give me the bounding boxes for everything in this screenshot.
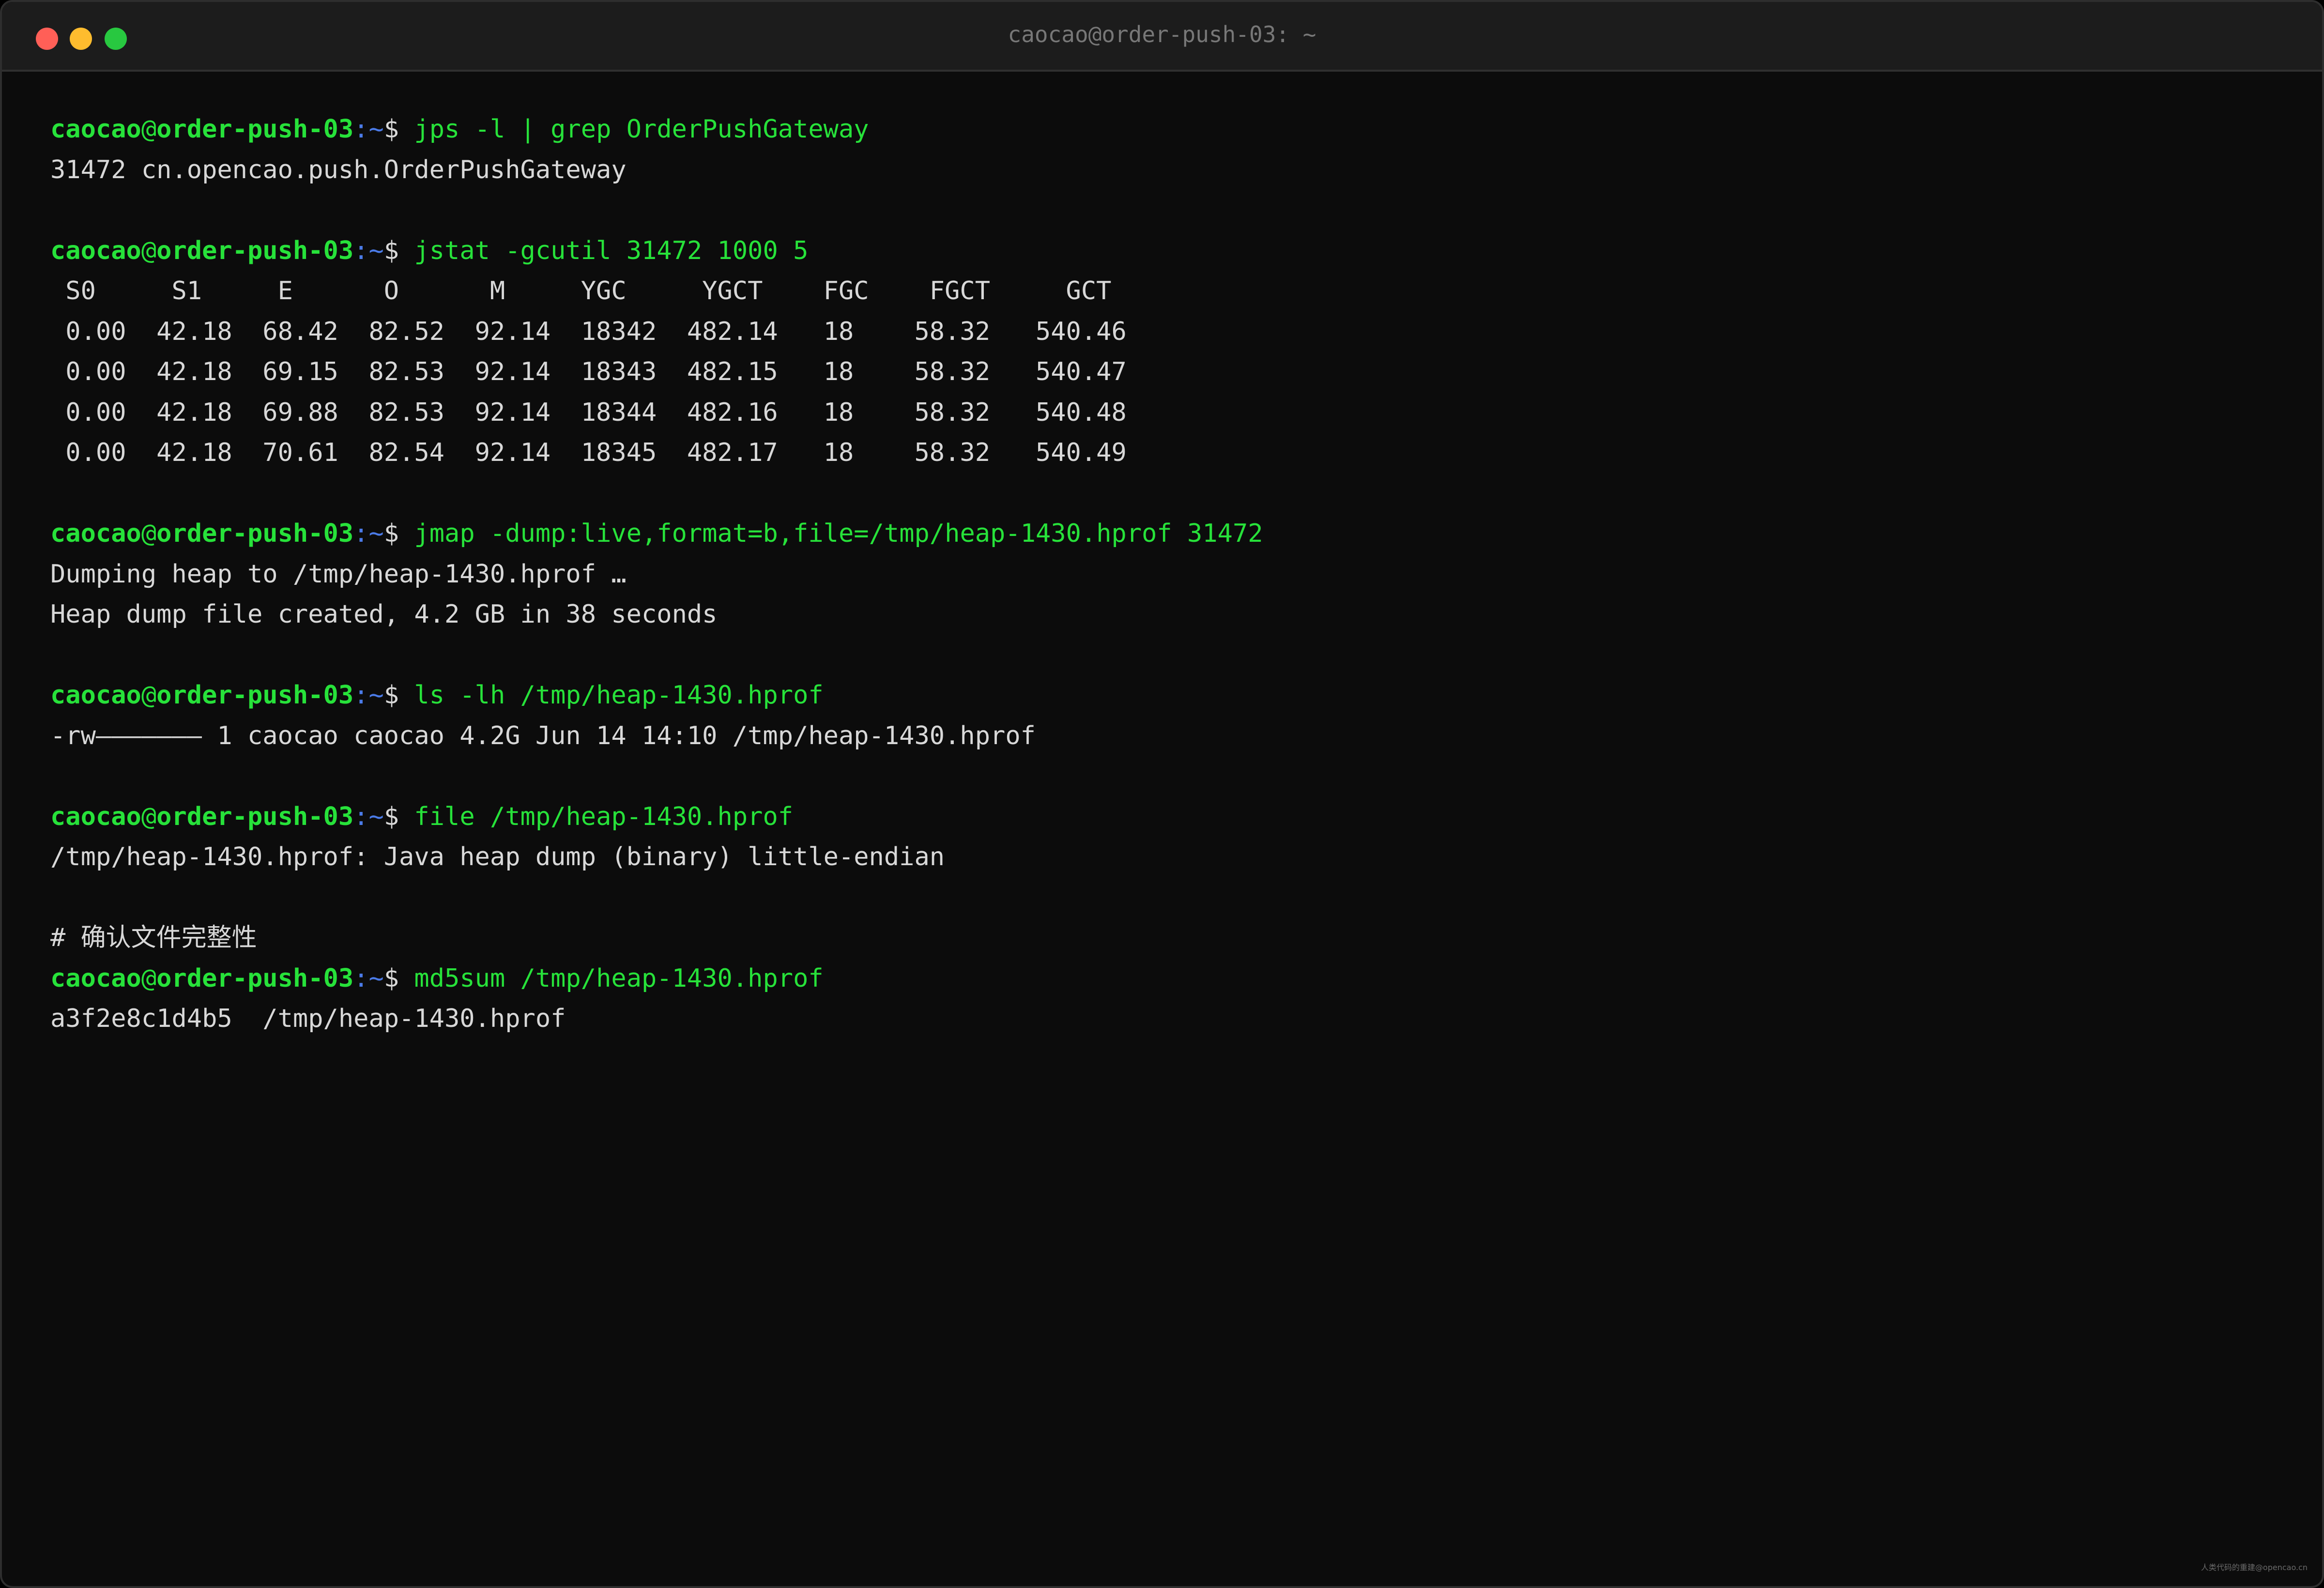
output-text: Dumping heap to /tmp/heap-1430.hprof … — [50, 559, 627, 589]
output-text: 0.00 42.18 68.42 82.52 92.14 18342 482.1… — [50, 317, 1127, 346]
output-text: S0 S1 E O M YGC YGCT FGC FGCT GCT — [50, 276, 1112, 305]
prompt-user: caocao — [50, 236, 141, 265]
output-text: 0.00 42.18 70.61 82.54 92.14 18345 482.1… — [50, 438, 1127, 467]
command-line: caocao@order-push-03:~$ md5sum /tmp/heap… — [50, 959, 2293, 999]
window-title: caocao@order-push-03: ~ — [1008, 21, 1316, 47]
watermark: 人类代码的重建@opencao.cn — [2201, 1563, 2308, 1572]
terminal-output[interactable]: caocao@order-push-03:~$ jps -l | grep Or… — [50, 109, 2293, 1039]
prompt-path: :~ — [353, 236, 384, 265]
prompt-user: caocao — [50, 681, 141, 710]
output-text: -rw——————— 1 caocao caocao 4.2G Jun 14 1… — [50, 721, 1036, 750]
prompt-at: @ — [141, 963, 157, 993]
command-line: caocao@order-push-03:~$ jps -l | grep Or… — [50, 109, 2293, 150]
prompt-at: @ — [141, 681, 157, 710]
prompt-path: :~ — [353, 681, 384, 710]
prompt-symbol: $ — [383, 236, 414, 265]
prompt-path: :~ — [353, 519, 384, 548]
prompt-host: order-push-03 — [156, 963, 354, 993]
prompt-symbol: $ — [383, 519, 414, 548]
prompt-symbol: $ — [383, 681, 414, 710]
command-text: md5sum /tmp/heap-1430.hprof — [414, 963, 824, 993]
comment-line: # 确认文件完整性 — [50, 918, 2293, 959]
prompt-at: @ — [141, 802, 157, 831]
output-line: /tmp/heap-1430.hprof: Java heap dump (bi… — [50, 837, 2293, 878]
prompt-at: @ — [141, 236, 157, 265]
prompt-path: :~ — [353, 802, 384, 831]
prompt-host: order-push-03 — [156, 519, 354, 548]
prompt-symbol: $ — [383, 802, 414, 831]
terminal-window: caocao@order-push-03: ~ caocao@order-pus… — [0, 0, 2324, 1588]
command-text: file /tmp/heap-1430.hprof — [414, 802, 794, 831]
output-line: Heap dump file created, 4.2 GB in 38 sec… — [50, 595, 2293, 635]
output-line: 0.00 42.18 70.61 82.54 92.14 18345 482.1… — [50, 433, 2293, 473]
prompt-host: order-push-03 — [156, 115, 354, 144]
prompt-user: caocao — [50, 963, 141, 993]
output-line: 0.00 42.18 69.15 82.53 92.14 18343 482.1… — [50, 352, 2293, 393]
prompt-path: :~ — [353, 963, 384, 993]
prompt-symbol: $ — [383, 963, 414, 993]
output-line: 0.00 42.18 68.42 82.52 92.14 18342 482.1… — [50, 312, 2293, 352]
prompt-host: order-push-03 — [156, 802, 354, 831]
output-line: -rw——————— 1 caocao caocao 4.2G Jun 14 1… — [50, 716, 2293, 757]
command-text: jps -l | grep OrderPushGateway — [414, 115, 869, 144]
command-line: caocao@order-push-03:~$ ls -lh /tmp/heap… — [50, 675, 2293, 716]
output-line: 0.00 42.18 69.88 82.53 92.14 18344 482.1… — [50, 393, 2293, 433]
command-text: ls -lh /tmp/heap-1430.hprof — [414, 681, 824, 710]
title-bar[interactable]: caocao@order-push-03: ~ — [2, 2, 2322, 72]
comment-text: # 确认文件完整性 — [50, 923, 257, 952]
prompt-symbol: $ — [383, 115, 414, 144]
output-text: a3f2e8c1d4b5 /tmp/heap-1430.hprof — [50, 1004, 566, 1033]
prompt-path: :~ — [353, 115, 384, 144]
prompt-host: order-push-03 — [156, 236, 354, 265]
command-line: caocao@order-push-03:~$ jmap -dump:live,… — [50, 514, 2293, 554]
output-text: 31472 cn.opencao.push.OrderPushGateway — [50, 155, 627, 184]
output-text: 0.00 42.18 69.15 82.53 92.14 18343 482.1… — [50, 357, 1127, 386]
output-text: 0.00 42.18 69.88 82.53 92.14 18344 482.1… — [50, 397, 1127, 427]
prompt-user: caocao — [50, 802, 141, 831]
output-line: Dumping heap to /tmp/heap-1430.hprof … — [50, 554, 2293, 595]
command-text: jmap -dump:live,format=b,file=/tmp/heap-… — [414, 519, 1263, 548]
prompt-at: @ — [141, 115, 157, 144]
prompt-user: caocao — [50, 519, 141, 548]
output-text: /tmp/heap-1430.hprof: Java heap dump (bi… — [50, 842, 945, 871]
command-line: caocao@order-push-03:~$ file /tmp/heap-1… — [50, 797, 2293, 838]
command-line: caocao@order-push-03:~$ jstat -gcutil 31… — [50, 231, 2293, 272]
prompt-user: caocao — [50, 115, 141, 144]
output-line: S0 S1 E O M YGC YGCT FGC FGCT GCT — [50, 271, 2293, 312]
output-line: 31472 cn.opencao.push.OrderPushGateway — [50, 150, 2293, 191]
command-text: jstat -gcutil 31472 1000 5 — [414, 236, 809, 265]
prompt-at: @ — [141, 519, 157, 548]
output-line: a3f2e8c1d4b5 /tmp/heap-1430.hprof — [50, 999, 2293, 1039]
output-text: Heap dump file created, 4.2 GB in 38 sec… — [50, 600, 718, 629]
prompt-host: order-push-03 — [156, 681, 354, 710]
